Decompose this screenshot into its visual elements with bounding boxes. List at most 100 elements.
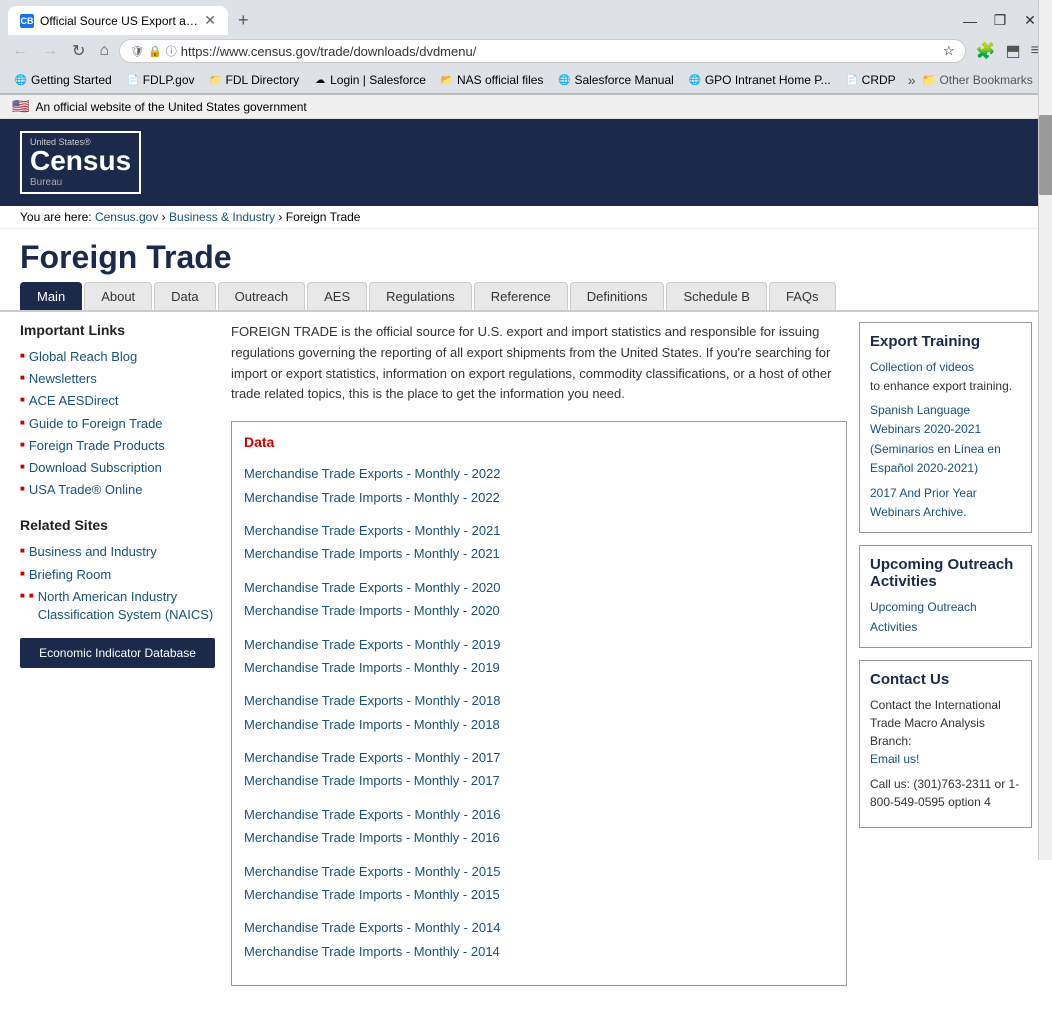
spanish-webinars-link[interactable]: Spanish Language Webinars 2020-2021 (Sem…	[870, 401, 1021, 478]
logo-bureau: Bureau	[30, 177, 131, 188]
tab-aes[interactable]: AES	[307, 282, 367, 310]
tab-data[interactable]: Data	[154, 282, 215, 310]
economic-indicator-database-button[interactable]: Economic Indicator Database	[20, 638, 215, 668]
data-export-link[interactable]: Merchandise Trade Exports - Monthly - 20…	[244, 519, 834, 542]
data-import-link[interactable]: Merchandise Trade Imports - Monthly - 20…	[244, 940, 834, 963]
data-export-link[interactable]: Merchandise Trade Exports - Monthly - 20…	[244, 916, 834, 939]
data-year-group: Merchandise Trade Exports - Monthly - 20…	[244, 803, 834, 850]
bookmark-salesforce[interactable]: ☁ Login | Salesforce	[307, 71, 432, 89]
tab-favicon: CB	[20, 14, 34, 28]
important-links-list: Global Reach Blog Newsletters ACE AESDir…	[20, 346, 215, 501]
data-import-link[interactable]: Merchandise Trade Imports - Monthly - 20…	[244, 542, 834, 565]
breadcrumb: You are here: Census.gov › Business & In…	[0, 206, 1052, 229]
new-tab-button[interactable]: +	[232, 8, 255, 33]
data-export-link[interactable]: Merchandise Trade Exports - Monthly - 20…	[244, 633, 834, 656]
list-item[interactable]: USA Trade® Online	[20, 479, 215, 501]
list-item[interactable]: Guide to Foreign Trade	[20, 413, 215, 435]
main-content: Important Links Global Reach Blog Newsle…	[0, 312, 1052, 1012]
data-import-link[interactable]: Merchandise Trade Imports - Monthly - 20…	[244, 713, 834, 736]
tab-outreach[interactable]: Outreach	[218, 282, 305, 310]
outreach-box: Upcoming Outreach Activities Upcoming Ou…	[859, 545, 1032, 647]
forward-button[interactable]: →	[38, 40, 62, 62]
home-button[interactable]: ⌂	[95, 40, 113, 62]
data-export-link[interactable]: Merchandise Trade Exports - Monthly - 20…	[244, 462, 834, 485]
list-item[interactable]: ACE AESDirect	[20, 390, 215, 412]
data-import-link[interactable]: Merchandise Trade Imports - Monthly - 20…	[244, 656, 834, 679]
export-training-box: Export Training Collection of videos to …	[859, 322, 1032, 533]
breadcrumb-home[interactable]: Census.gov	[95, 210, 158, 224]
data-box-title: Data	[244, 434, 834, 450]
tab-definitions[interactable]: Definitions	[570, 282, 665, 310]
breadcrumb-section[interactable]: Business & Industry	[169, 210, 275, 224]
data-import-link[interactable]: Merchandise Trade Imports - Monthly - 20…	[244, 883, 834, 906]
bookmark-favicon: 📁	[209, 73, 223, 87]
profile-button[interactable]: ⬒	[1002, 39, 1025, 63]
bookmark-fdl-dir[interactable]: 📁 FDL Directory	[203, 71, 306, 89]
toolbar-icons: 🧩 ⬒ ≡	[972, 39, 1044, 63]
data-import-link[interactable]: Merchandise Trade Imports - Monthly - 20…	[244, 826, 834, 849]
data-year-group: Merchandise Trade Exports - Monthly - 20…	[244, 519, 834, 566]
collection-videos-link[interactable]: Collection of videos	[870, 358, 1021, 377]
bookmark-fdlp[interactable]: 📄 FDLP.gov	[120, 71, 201, 89]
list-item[interactable]: Download Subscription	[20, 457, 215, 479]
archive-link[interactable]: 2017 And Prior Year Webinars Archive.	[870, 484, 1021, 522]
tab-main[interactable]: Main	[20, 282, 82, 310]
extensions-button[interactable]: 🧩	[972, 39, 1000, 63]
bookmarks-overflow[interactable]: »	[904, 70, 920, 90]
tab-about[interactable]: About	[84, 282, 152, 310]
list-item[interactable]: Foreign Trade Products	[20, 435, 215, 457]
tab-regulations[interactable]: Regulations	[369, 282, 472, 310]
gov-banner: 🇺🇸 An official website of the United Sta…	[0, 95, 1052, 119]
browser-tab[interactable]: CB Official Source US Export and I ✕	[8, 6, 228, 35]
data-export-link[interactable]: Merchandise Trade Exports - Monthly - 20…	[244, 860, 834, 883]
tab-title: Official Source US Export and I	[40, 14, 198, 28]
list-item[interactable]: Newsletters	[20, 368, 215, 390]
tab-schedule-b[interactable]: Schedule B	[666, 282, 767, 310]
data-box: Data Merchandise Trade Exports - Monthly…	[231, 421, 847, 986]
data-import-link[interactable]: Merchandise Trade Imports - Monthly - 20…	[244, 486, 834, 509]
tab-faqs[interactable]: FAQs	[769, 282, 836, 310]
contact-phone: Call us: (301)763-2311 or 1-800-549-0595…	[870, 775, 1021, 811]
data-year-group: Merchandise Trade Exports - Monthly - 20…	[244, 689, 834, 736]
sidebar: Important Links Global Reach Blog Newsle…	[20, 322, 215, 1002]
scrollbar-thumb[interactable]	[1039, 115, 1052, 195]
bookmark-nas[interactable]: 📂 NAS official files	[434, 71, 549, 89]
minimize-button[interactable]: —	[956, 11, 984, 31]
bookmark-favicon: ☁	[313, 73, 327, 87]
data-export-link[interactable]: Merchandise Trade Exports - Monthly - 20…	[244, 689, 834, 712]
back-button[interactable]: ←	[8, 40, 32, 62]
list-item[interactable]: ■ North American Industry Classification…	[20, 586, 215, 626]
email-link[interactable]: Email us!	[870, 750, 1021, 769]
list-item[interactable]: Briefing Room	[20, 564, 215, 586]
data-export-link[interactable]: Merchandise Trade Exports - Monthly - 20…	[244, 746, 834, 769]
reload-button[interactable]: ↻	[68, 39, 89, 63]
scrollbar-track[interactable]	[1038, 0, 1052, 860]
data-import-link[interactable]: Merchandise Trade Imports - Monthly - 20…	[244, 769, 834, 792]
tab-close-button[interactable]: ✕	[204, 12, 216, 29]
list-item[interactable]: Business and Industry	[20, 541, 215, 563]
bookmark-salesforce-manual[interactable]: 🌐 Salesforce Manual	[551, 71, 679, 89]
breadcrumb-prefix: You are here:	[20, 210, 95, 224]
data-export-link[interactable]: Merchandise Trade Exports - Monthly - 20…	[244, 576, 834, 599]
census-logo[interactable]: United States® Census Bureau	[20, 131, 1032, 194]
list-item[interactable]: Global Reach Blog	[20, 346, 215, 368]
lock-icon: 🔒	[148, 45, 162, 58]
bookmark-gpo[interactable]: 🌐 GPO Intranet Home P...	[682, 71, 837, 89]
bookmark-favicon: 📂	[440, 73, 454, 87]
important-links-title: Important Links	[20, 322, 215, 338]
bookmark-icon[interactable]: ☆	[943, 43, 955, 59]
tab-reference[interactable]: Reference	[474, 282, 568, 310]
right-sidebar: Export Training Collection of videos to …	[847, 322, 1032, 1002]
data-export-link[interactable]: Merchandise Trade Exports - Monthly - 20…	[244, 803, 834, 826]
outreach-activities-link[interactable]: Upcoming Outreach Activities	[870, 598, 1021, 636]
data-import-link[interactable]: Merchandise Trade Imports - Monthly - 20…	[244, 599, 834, 622]
maximize-button[interactable]: ❒	[986, 11, 1014, 31]
bookmark-getting-started[interactable]: 🌐 Getting Started	[8, 71, 118, 89]
window-controls: — ❒ ✕	[956, 11, 1044, 31]
data-year-group: Merchandise Trade Exports - Monthly - 20…	[244, 633, 834, 680]
bookmark-favicon: 📄	[845, 73, 859, 87]
bookmark-favicon: 🌐	[557, 73, 571, 87]
other-bookmarks[interactable]: 📁Other Bookmarks	[921, 73, 1032, 87]
bookmark-crdp[interactable]: 📄 CRDP	[839, 71, 902, 89]
address-bar[interactable]: 🛡 🔒 ⓘ https://www.census.gov/trade/downl…	[119, 39, 966, 63]
